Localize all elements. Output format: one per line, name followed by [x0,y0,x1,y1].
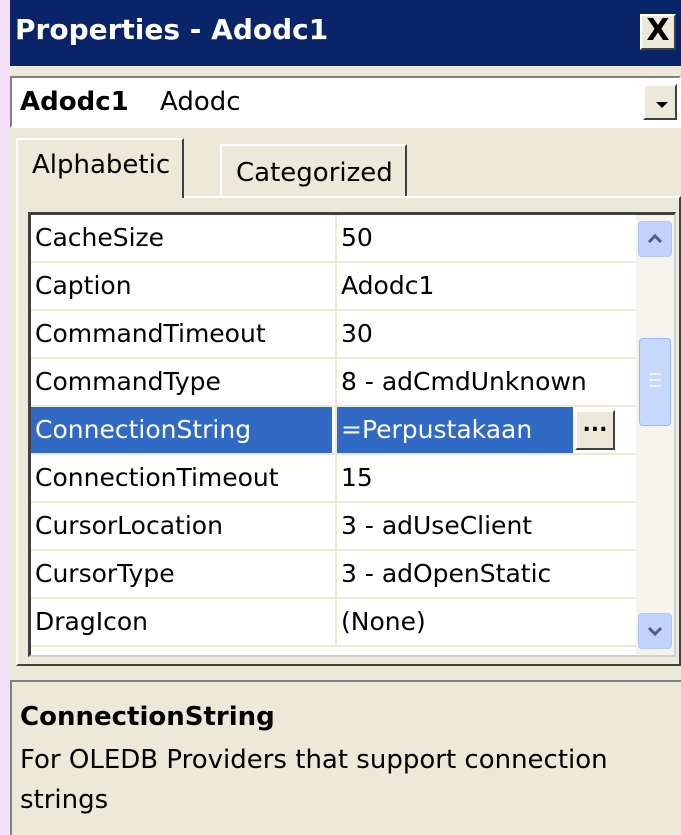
combo-dropdown-button[interactable] [643,84,677,120]
description-text: For OLEDB Providers that support connect… [20,745,608,815]
property-row-selected[interactable]: ConnectionString =Perpustakaan ... [31,407,636,455]
window-title: Properties - Adodc1 [15,13,329,46]
chevron-down-icon [647,626,663,637]
property-name: Caption [35,271,132,300]
property-value[interactable]: Adodc1 [341,263,634,309]
tab-categorized[interactable]: Categorized [220,144,407,196]
property-name: CacheSize [35,223,165,252]
scroll-up-button[interactable] [638,221,672,257]
object-type: Adodc [160,87,241,117]
tab-alphabetic[interactable]: Alphabetic [16,138,185,198]
grip-line [649,379,661,381]
scroll-down-button[interactable] [638,613,672,649]
property-name: ConnectionString [31,407,332,453]
column-divider [335,551,337,597]
column-divider [335,455,337,501]
properties-window: Properties - Adodc1 X Adodc1 Adodc Alpha… [10,0,681,835]
object-combo[interactable]: Adodc1 Adodc [10,76,681,128]
property-row[interactable]: Caption Adodc1 [31,263,636,311]
property-row[interactable]: CursorType 3 - adOpenStatic [31,551,636,599]
column-divider [335,311,337,357]
property-name: DragIcon [35,607,148,636]
property-name: CommandTimeout [35,319,266,348]
column-divider [335,215,337,261]
property-row[interactable]: ConnectionTimeout 15 [31,455,636,503]
property-row[interactable]: CommandTimeout 30 [31,311,636,359]
property-value[interactable]: 15 [341,455,634,501]
grip-line [649,373,661,375]
property-grid: CacheSize 50 Caption Adodc1 CommandTimeo… [28,212,676,657]
property-name: CommandType [35,367,221,396]
vertical-scrollbar[interactable] [636,215,674,655]
property-value[interactable]: 30 [341,311,634,357]
chevron-up-icon [647,233,663,244]
property-value[interactable]: 50 [341,215,634,261]
property-row[interactable]: CacheSize 50 [31,215,636,263]
close-button[interactable]: X [640,14,676,50]
property-value[interactable]: 3 - adOpenStatic [341,551,634,597]
property-name: CursorType [35,559,175,588]
ellipsis-button[interactable]: ... [575,410,615,450]
property-value[interactable]: 3 - adUseClient [341,503,634,549]
title-bar[interactable]: Properties - Adodc1 X [10,0,681,66]
scroll-thumb[interactable] [639,338,671,426]
property-value[interactable]: (None) [341,599,634,645]
column-divider [335,503,337,549]
property-name: CursorLocation [35,511,223,540]
property-row[interactable]: CursorLocation 3 - adUseClient [31,503,636,551]
property-row[interactable]: CommandType 8 - adCmdUnknown [31,359,636,407]
property-row[interactable]: DragIcon (None) [31,599,636,647]
column-divider [335,263,337,309]
column-divider [335,599,337,645]
chevron-down-icon [656,102,668,108]
property-value[interactable]: 8 - adCmdUnknown [341,359,634,405]
grip-line [649,385,661,387]
object-name: Adodc1 [20,87,129,117]
property-value-input[interactable]: =Perpustakaan [337,407,573,453]
description-pane: ConnectionString For OLEDB Providers tha… [10,680,681,835]
description-title: ConnectionString [20,702,275,732]
property-name: ConnectionTimeout [35,463,279,492]
column-divider [335,359,337,405]
